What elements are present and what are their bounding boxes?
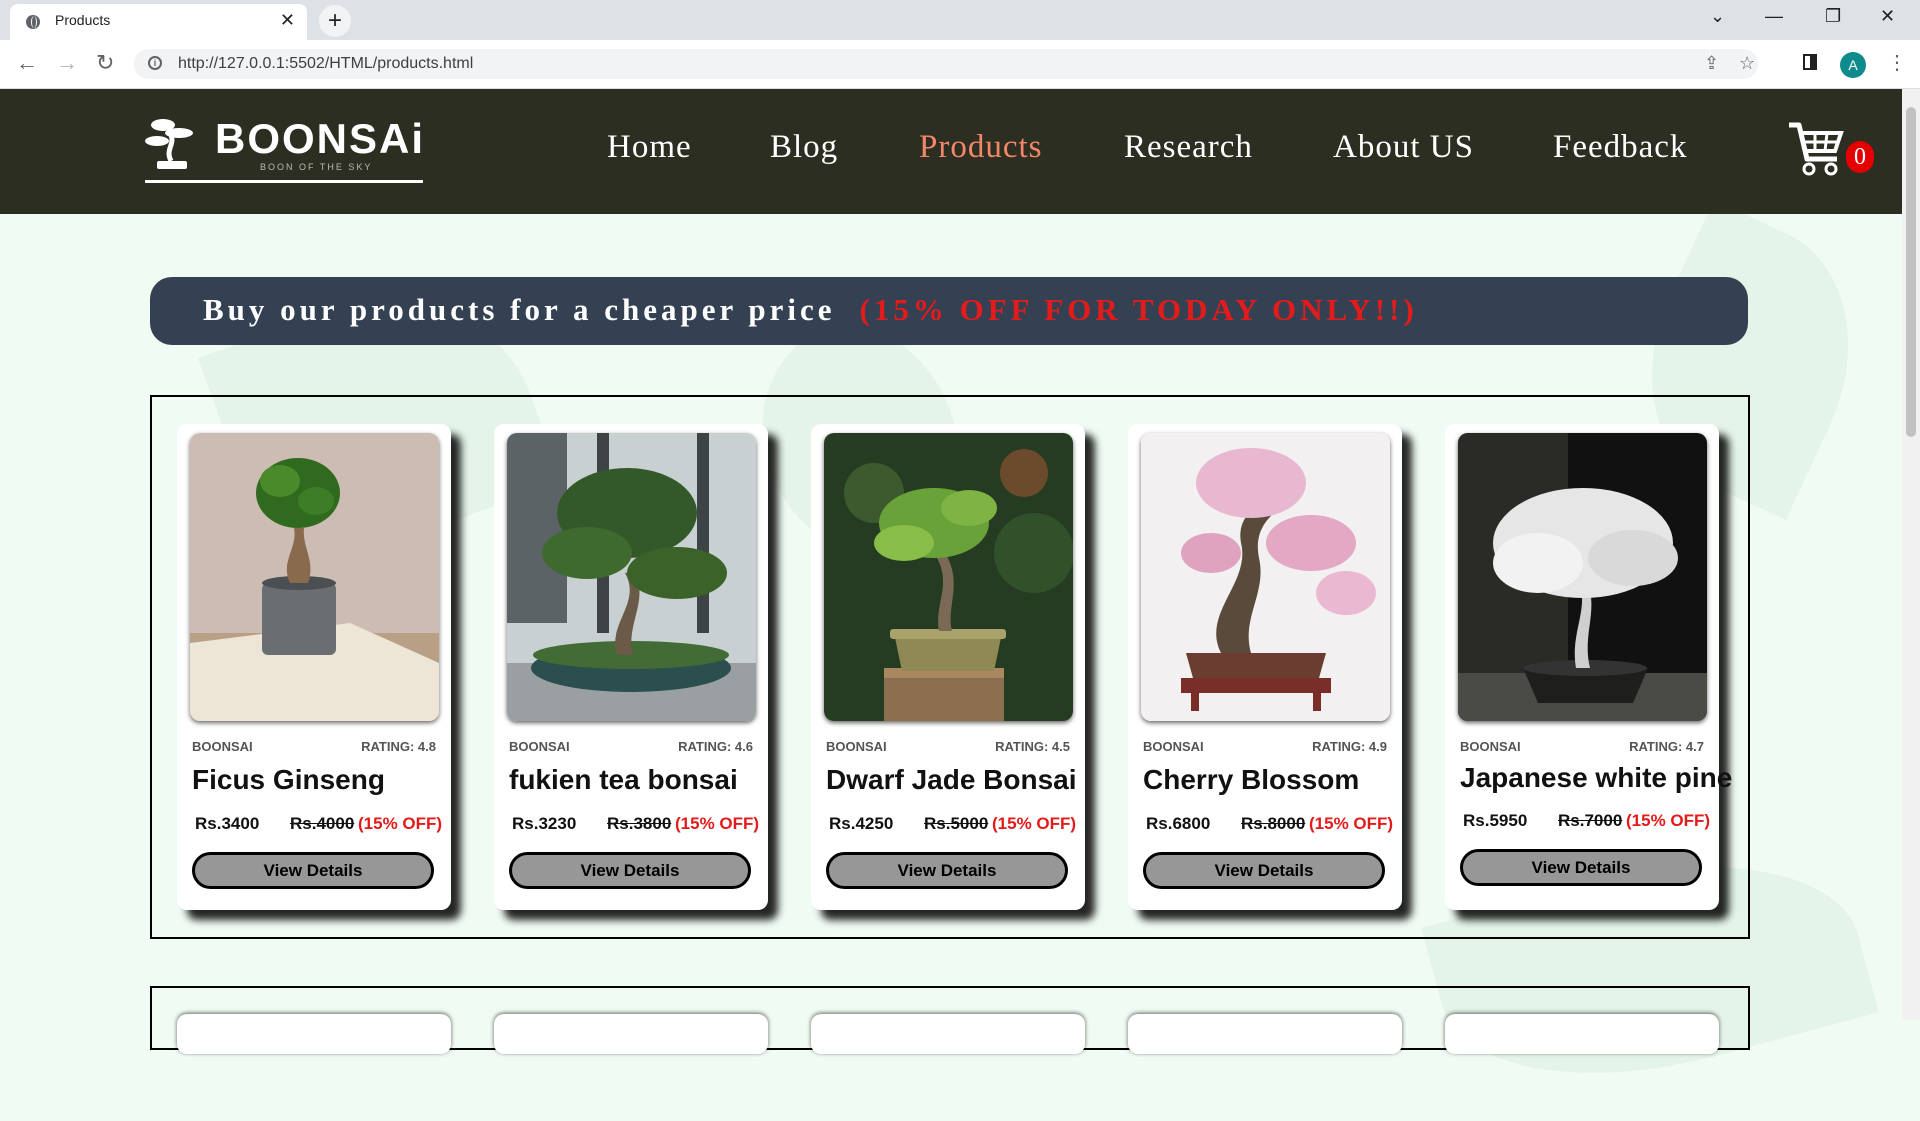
product-name: Ficus Ginseng bbox=[192, 764, 385, 795]
product-name: Dwarf Jade Bonsai bbox=[826, 764, 1077, 795]
product-image[interactable] bbox=[824, 433, 1073, 721]
nav-products[interactable]: Products bbox=[919, 129, 1043, 166]
new-tab-button[interactable]: + bbox=[319, 5, 351, 37]
site-logo[interactable]: BOONSAi BOON OF THE SKY bbox=[145, 115, 426, 183]
browser-menu-icon[interactable]: ⋮ bbox=[1887, 50, 1907, 75]
product-old-price: Rs.4000 bbox=[290, 814, 355, 833]
address-bar[interactable]: i http://127.0.0.1:5502/HTML/products.ht… bbox=[134, 49, 1758, 79]
browser-tab-strip: Products ✕ + ⌄ — ❐ ✕ bbox=[0, 0, 1920, 40]
product-card bbox=[811, 1014, 1085, 1054]
product-old-price: Rs.5000 bbox=[924, 814, 989, 833]
brand-tagline: BOON OF THE SKY bbox=[260, 162, 373, 172]
promo-text: Buy our products for a cheaper price (15%… bbox=[203, 292, 1418, 327]
restore-icon[interactable]: ❐ bbox=[1825, 6, 1841, 27]
product-card: BOONSAI RATING: 4.6 fukien tea bonsai Rs… bbox=[494, 424, 768, 910]
product-brand: BOONSAI bbox=[826, 739, 887, 754]
product-discount: (15% OFF) bbox=[358, 814, 443, 833]
view-details-button[interactable]: View Details bbox=[1460, 849, 1702, 886]
tab-search-icon[interactable]: ⌄ bbox=[1710, 6, 1725, 27]
product-card bbox=[1445, 1014, 1719, 1054]
brand-name: BOONSAi bbox=[215, 115, 426, 162]
page-scrollbar[interactable] bbox=[1902, 89, 1920, 1020]
product-discount: (15% OFF) bbox=[1626, 811, 1711, 830]
product-name: Cherry Blossom bbox=[1143, 764, 1360, 795]
view-details-button[interactable]: View Details bbox=[509, 852, 751, 889]
forward-icon[interactable]: → bbox=[56, 50, 78, 76]
product-discount: (15% OFF) bbox=[1309, 814, 1394, 833]
share-icon[interactable]: ⇪ bbox=[1704, 53, 1719, 74]
product-price: Rs.3400 bbox=[195, 814, 260, 833]
view-details-button[interactable]: View Details bbox=[192, 852, 434, 889]
product-brand: BOONSAI bbox=[1460, 739, 1521, 754]
product-old-price: Rs.7000 bbox=[1558, 811, 1623, 830]
nav-research[interactable]: Research bbox=[1124, 129, 1253, 166]
cart-count-badge: 0 bbox=[1846, 141, 1874, 173]
nav-home[interactable]: Home bbox=[607, 129, 692, 166]
product-price: Rs.4250 bbox=[829, 814, 894, 833]
product-price: Rs.5950 bbox=[1463, 811, 1528, 830]
close-tab-icon[interactable]: ✕ bbox=[280, 10, 295, 31]
side-panel-icon[interactable] bbox=[1803, 54, 1817, 70]
tab-title: Products bbox=[55, 12, 111, 28]
product-name: fukien tea bonsai bbox=[509, 764, 738, 795]
url-text[interactable]: http://127.0.0.1:5502/HTML/products.html bbox=[178, 55, 473, 73]
product-image[interactable] bbox=[1458, 433, 1707, 721]
nav-blog[interactable]: Blog bbox=[770, 129, 838, 166]
product-image[interactable] bbox=[190, 433, 439, 721]
product-row: BOONSAI RATING: 4.8 Ficus Ginseng Rs.340… bbox=[150, 395, 1750, 939]
reload-icon[interactable]: ↻ bbox=[96, 50, 114, 76]
product-rating: RATING: 4.7 bbox=[1629, 739, 1704, 754]
nav-about-us[interactable]: About US bbox=[1333, 129, 1474, 166]
product-card bbox=[494, 1014, 768, 1054]
product-image[interactable] bbox=[1141, 433, 1390, 721]
product-price: Rs.6800 bbox=[1146, 814, 1211, 833]
browser-tab[interactable]: Products ✕ bbox=[10, 4, 307, 40]
back-icon[interactable]: ← bbox=[16, 50, 38, 76]
product-image[interactable] bbox=[507, 433, 756, 721]
close-window-icon[interactable]: ✕ bbox=[1880, 6, 1895, 27]
site-header: BOONSAi BOON OF THE SKY Home Blog Produc… bbox=[0, 89, 1902, 214]
product-price: Rs.3230 bbox=[512, 814, 577, 833]
bonsai-logo-icon bbox=[145, 119, 193, 169]
shopping-cart-icon[interactable] bbox=[1785, 119, 1845, 179]
product-card: BOONSAI RATING: 4.8 Ficus Ginseng Rs.340… bbox=[177, 424, 451, 910]
view-details-button[interactable]: View Details bbox=[1143, 852, 1385, 889]
product-rating: RATING: 4.8 bbox=[361, 739, 436, 754]
browser-toolbar: ← → ↻ i http://127.0.0.1:5502/HTML/produ… bbox=[0, 40, 1920, 89]
scrollbar-thumb[interactable] bbox=[1906, 107, 1916, 437]
view-details-button[interactable]: View Details bbox=[826, 852, 1068, 889]
product-discount: (15% OFF) bbox=[992, 814, 1077, 833]
product-rating: RATING: 4.6 bbox=[678, 739, 753, 754]
minimize-icon[interactable]: — bbox=[1765, 6, 1783, 27]
product-old-price: Rs.8000 bbox=[1241, 814, 1306, 833]
promo-banner: Buy our products for a cheaper price (15%… bbox=[150, 277, 1748, 345]
product-brand: BOONSAI bbox=[192, 739, 253, 754]
product-brand: BOONSAI bbox=[509, 739, 570, 754]
product-rating: RATING: 4.5 bbox=[995, 739, 1070, 754]
product-card bbox=[1128, 1014, 1402, 1054]
profile-avatar[interactable]: A bbox=[1840, 52, 1866, 78]
product-card: BOONSAI RATING: 4.9 Cherry Blossom Rs.68… bbox=[1128, 424, 1402, 910]
nav-feedback[interactable]: Feedback bbox=[1553, 129, 1687, 166]
globe-icon bbox=[26, 15, 40, 29]
product-card: BOONSAI RATING: 4.7 Japanese white pine … bbox=[1445, 424, 1732, 910]
promo-offer: (15% OFF FOR TODAY ONLY!!) bbox=[859, 292, 1418, 327]
site-info-icon[interactable]: i bbox=[148, 56, 162, 70]
product-brand: BOONSAI bbox=[1143, 739, 1204, 754]
bookmark-star-icon[interactable]: ☆ bbox=[1739, 53, 1755, 74]
product-discount: (15% OFF) bbox=[675, 814, 760, 833]
product-old-price: Rs.3800 bbox=[607, 814, 672, 833]
product-card bbox=[177, 1014, 451, 1054]
product-row bbox=[150, 986, 1750, 1054]
product-card: BOONSAI RATING: 4.5 Dwarf Jade Bonsai Rs… bbox=[811, 424, 1085, 910]
product-name: Japanese white pine bbox=[1460, 762, 1733, 793]
product-rating: RATING: 4.9 bbox=[1312, 739, 1387, 754]
